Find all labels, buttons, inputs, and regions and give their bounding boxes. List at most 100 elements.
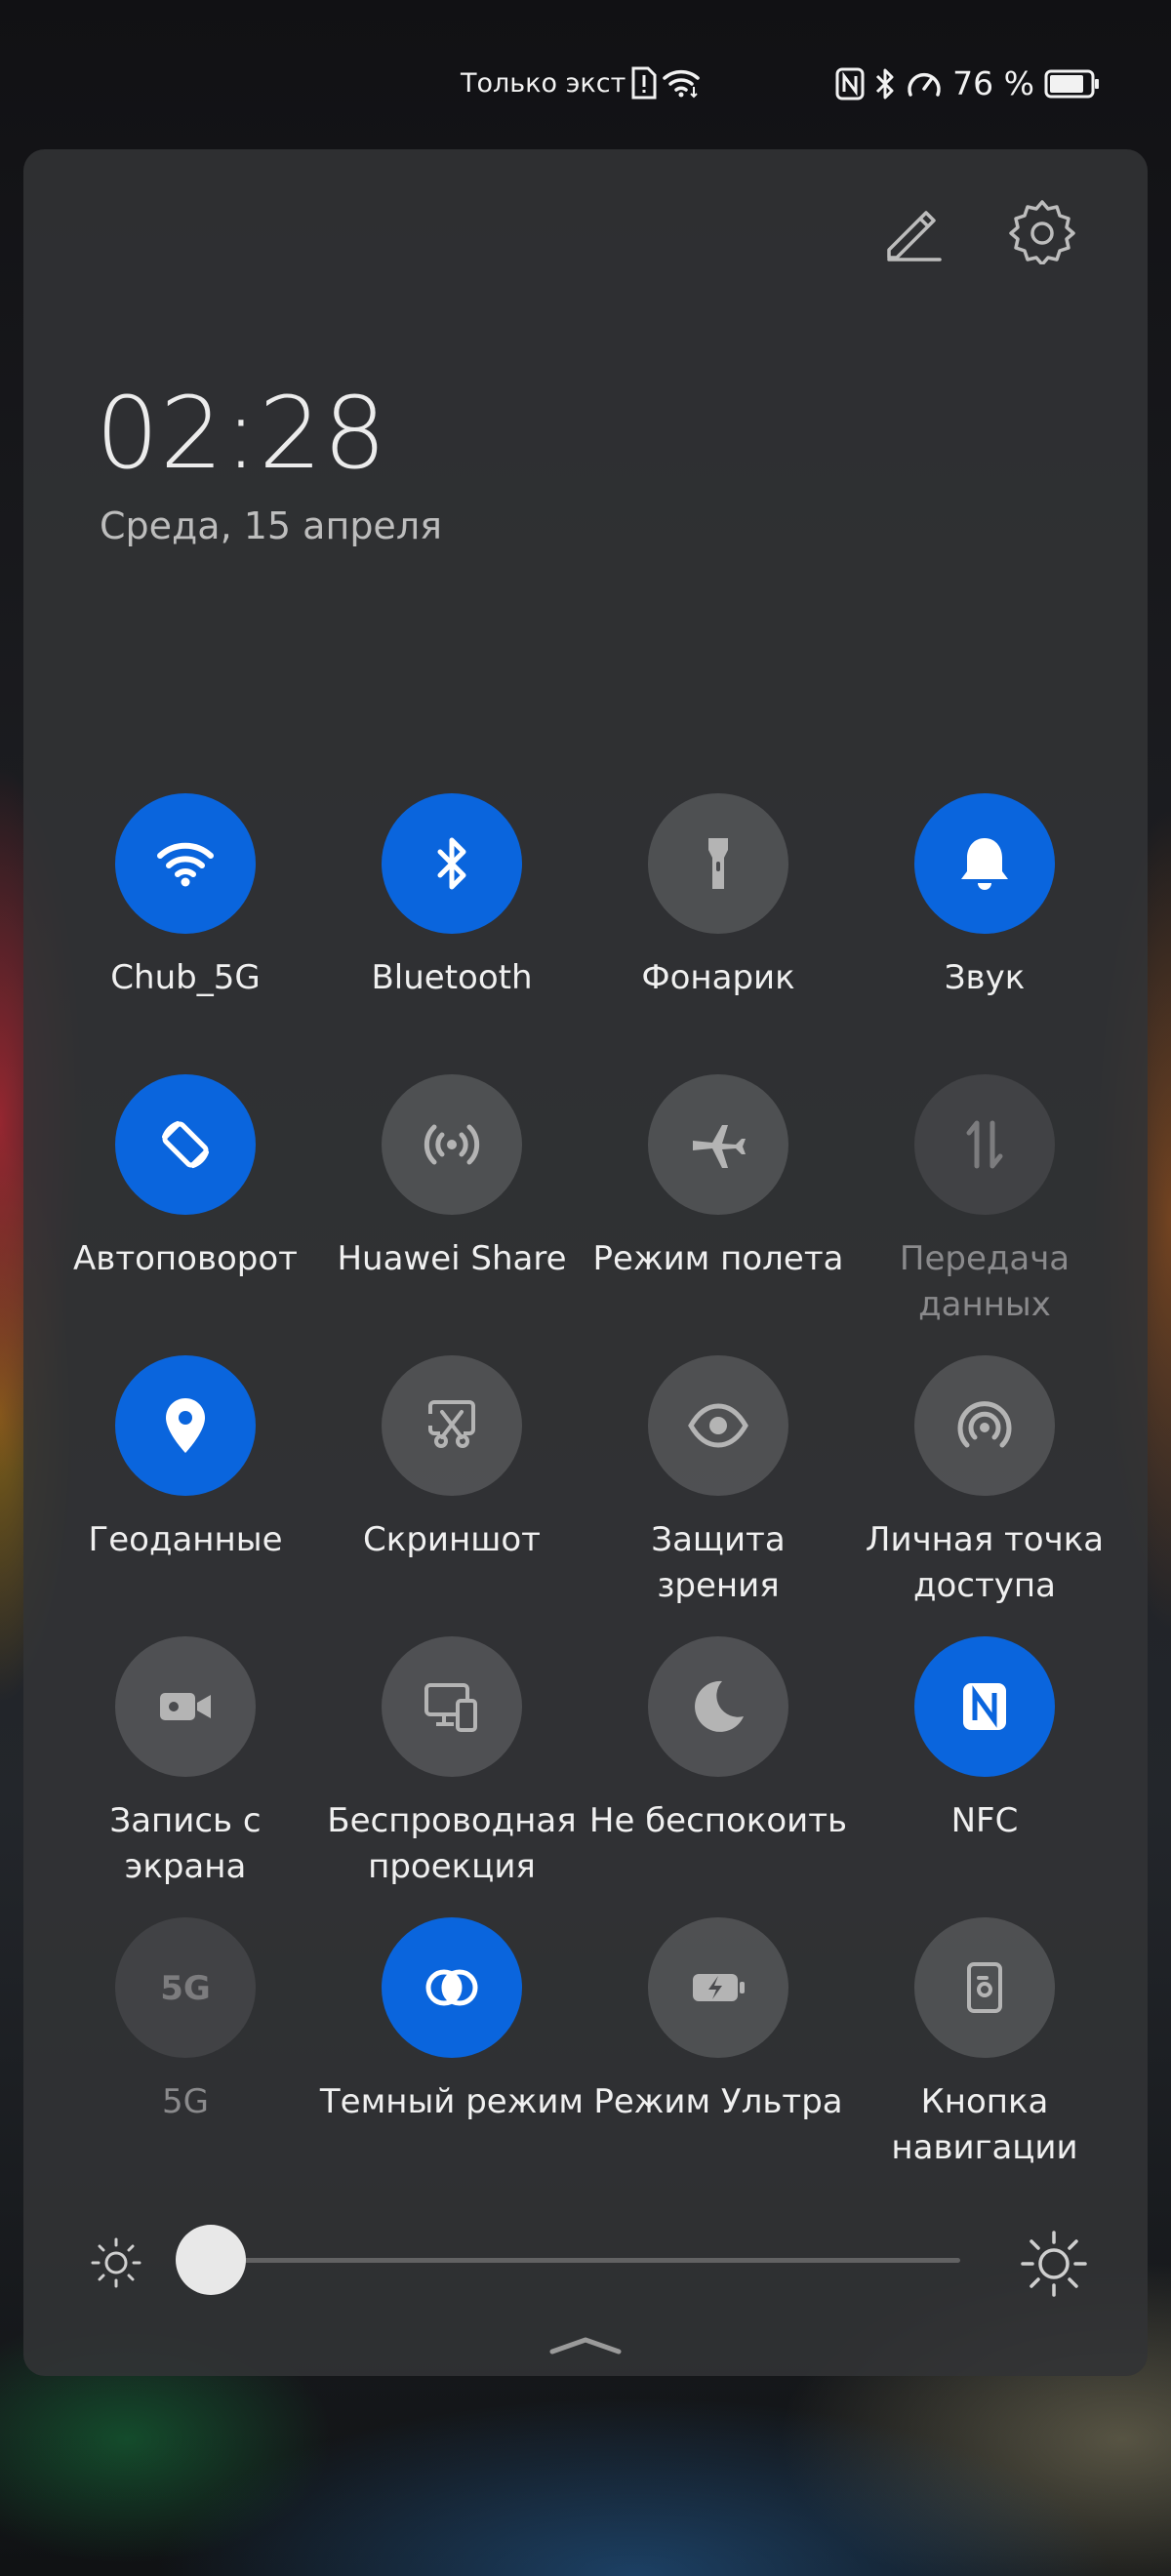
tile-location[interactable]: Геоданные	[53, 1355, 318, 1629]
sim-alert-icon	[631, 66, 657, 100]
tile-label: Режим Ультра	[593, 2082, 843, 2121]
hotspot-icon	[953, 1394, 1016, 1457]
power-saving-status-icon	[906, 67, 943, 101]
flashlight-icon	[687, 832, 749, 895]
tile-label: Личная точка доступа	[865, 1520, 1105, 1605]
tile-label: Huawei Share	[337, 1239, 567, 1278]
tile-toggle-button[interactable]	[382, 1636, 522, 1777]
tile-battery-saver[interactable]: Режим Ультра	[586, 1917, 851, 2191]
tile-toggle-button[interactable]	[382, 793, 522, 934]
tile-label: Не беспокоить	[588, 1801, 848, 1840]
tile-eye[interactable]: Защита зрения	[586, 1355, 851, 1629]
tile-wifi[interactable]: Chub_5G	[53, 793, 318, 1067]
wireless-projection-icon	[421, 1675, 483, 1738]
expand-handle-icon[interactable]	[546, 2334, 625, 2357]
status-bar: Только экст 76 %	[0, 60, 1171, 111]
nfc-status-icon	[835, 67, 865, 101]
tile-toggle-button[interactable]	[648, 793, 788, 934]
tile-bluetooth[interactable]: Bluetooth	[319, 793, 585, 1067]
tile-dark-mode[interactable]: Темный режим	[319, 1917, 585, 2191]
tile-toggle-button[interactable]	[914, 1355, 1055, 1496]
wifi-status-icon	[663, 67, 702, 99]
tile-screen-record[interactable]: Запись с экрана	[53, 1636, 318, 1910]
airplane-icon	[687, 1113, 749, 1176]
bell-icon	[953, 832, 1016, 895]
tile-label: Беспроводная проекция	[327, 1801, 577, 1886]
tile-toggle-button[interactable]	[648, 1917, 788, 2058]
tile-toggle-button[interactable]	[382, 1355, 522, 1496]
gear-icon[interactable]	[1005, 194, 1079, 268]
tile-hotspot[interactable]: Личная точка доступа	[852, 1355, 1117, 1629]
tile-label: Геоданные	[88, 1520, 283, 1559]
tile-toggle-button[interactable]	[914, 1636, 1055, 1777]
tile-toggle-button[interactable]	[115, 1074, 256, 1215]
tile-screenshot[interactable]: Скриншот	[319, 1355, 585, 1629]
tile-label: Bluetooth	[371, 958, 533, 997]
tile-label: Скриншот	[363, 1520, 541, 1559]
screenshot-icon	[421, 1394, 483, 1457]
nfc-icon	[953, 1675, 1016, 1738]
tile-toggle-button[interactable]	[382, 1074, 522, 1215]
svg-text:5G: 5G	[160, 1969, 211, 2008]
share-icon	[421, 1113, 483, 1176]
tile-label: NFC	[950, 1801, 1019, 1840]
status-left: Только экст	[461, 66, 702, 100]
location-icon	[154, 1394, 217, 1457]
tile-share[interactable]: Huawei Share	[319, 1074, 585, 1348]
battery-icon	[1044, 68, 1101, 100]
bluetooth-status-icon	[874, 67, 896, 101]
bluetooth-icon	[421, 832, 483, 895]
tile-nfc[interactable]: NFC	[852, 1636, 1117, 1910]
tile-toggle-button[interactable]	[914, 1917, 1055, 2058]
tile-toggle-button[interactable]	[115, 1355, 256, 1496]
dark-mode-icon	[421, 1956, 483, 2019]
wifi-icon	[154, 832, 217, 895]
tile-label: Запись с экрана	[109, 1801, 262, 1886]
battery-percent: 76 %	[952, 64, 1034, 102]
5g-icon: 5G	[151, 1956, 220, 2019]
tile-airplane[interactable]: Режим полета	[586, 1074, 851, 1348]
tile-toggle-button[interactable]	[115, 793, 256, 934]
tile-label: Chub_5G	[110, 958, 261, 997]
tile-toggle-button[interactable]	[648, 1355, 788, 1496]
navigation-button-icon	[953, 1956, 1016, 2019]
data-transfer-icon	[953, 1113, 1016, 1176]
tile-label: Кнопка навигации	[891, 2082, 1078, 2167]
status-right: 76 %	[835, 64, 1101, 102]
tile-toggle-button[interactable]	[648, 1636, 788, 1777]
tile-label: Режим полета	[592, 1239, 844, 1278]
tile-toggle-button[interactable]	[914, 1074, 1055, 1215]
tile-toggle-button[interactable]	[115, 1636, 256, 1777]
tile-wireless-projection[interactable]: Беспроводная проекция	[319, 1636, 585, 1910]
tile-label: Защита зрения	[651, 1520, 786, 1605]
tile-label: Передача данных	[899, 1239, 1070, 1324]
tile-toggle-button[interactable]	[648, 1074, 788, 1215]
edit-icon[interactable]	[876, 194, 950, 268]
tile-label: Автоповорот	[73, 1239, 298, 1278]
tile-toggle-button[interactable]: 5G	[115, 1917, 256, 2058]
tile-toggle-button[interactable]	[914, 793, 1055, 934]
battery-saver-icon	[687, 1956, 749, 2019]
tile-label: Фонарик	[641, 958, 795, 997]
clock: 02:28	[96, 376, 387, 492]
carrier-text: Только экст	[461, 67, 626, 99]
eye-icon	[687, 1394, 749, 1457]
tile-flashlight[interactable]: Фонарик	[586, 793, 851, 1067]
brightness-high-icon	[1019, 2229, 1089, 2303]
tile-label: Звук	[944, 958, 1026, 997]
tile-label: Темный режим	[319, 2082, 585, 2121]
brightness-low-icon	[88, 2234, 144, 2295]
screen-record-icon	[154, 1675, 217, 1738]
brightness-control	[23, 2221, 1148, 2299]
tile-5g[interactable]: 5G 5G	[53, 1917, 318, 2191]
tile-autorotate[interactable]: Автоповорот	[53, 1074, 318, 1348]
brightness-slider-knob[interactable]	[176, 2225, 246, 2295]
tile-toggle-button[interactable]	[382, 1917, 522, 2058]
tile-data-transfer[interactable]: Передача данных	[852, 1074, 1117, 1348]
tile-bell[interactable]: Звук	[852, 793, 1117, 1067]
brightness-track[interactable]	[209, 2258, 960, 2263]
tile-moon[interactable]: Не беспокоить	[586, 1636, 851, 1910]
moon-icon	[687, 1675, 749, 1738]
tile-label: 5G	[162, 2082, 209, 2121]
tile-navigation-button[interactable]: Кнопка навигации	[852, 1917, 1117, 2191]
